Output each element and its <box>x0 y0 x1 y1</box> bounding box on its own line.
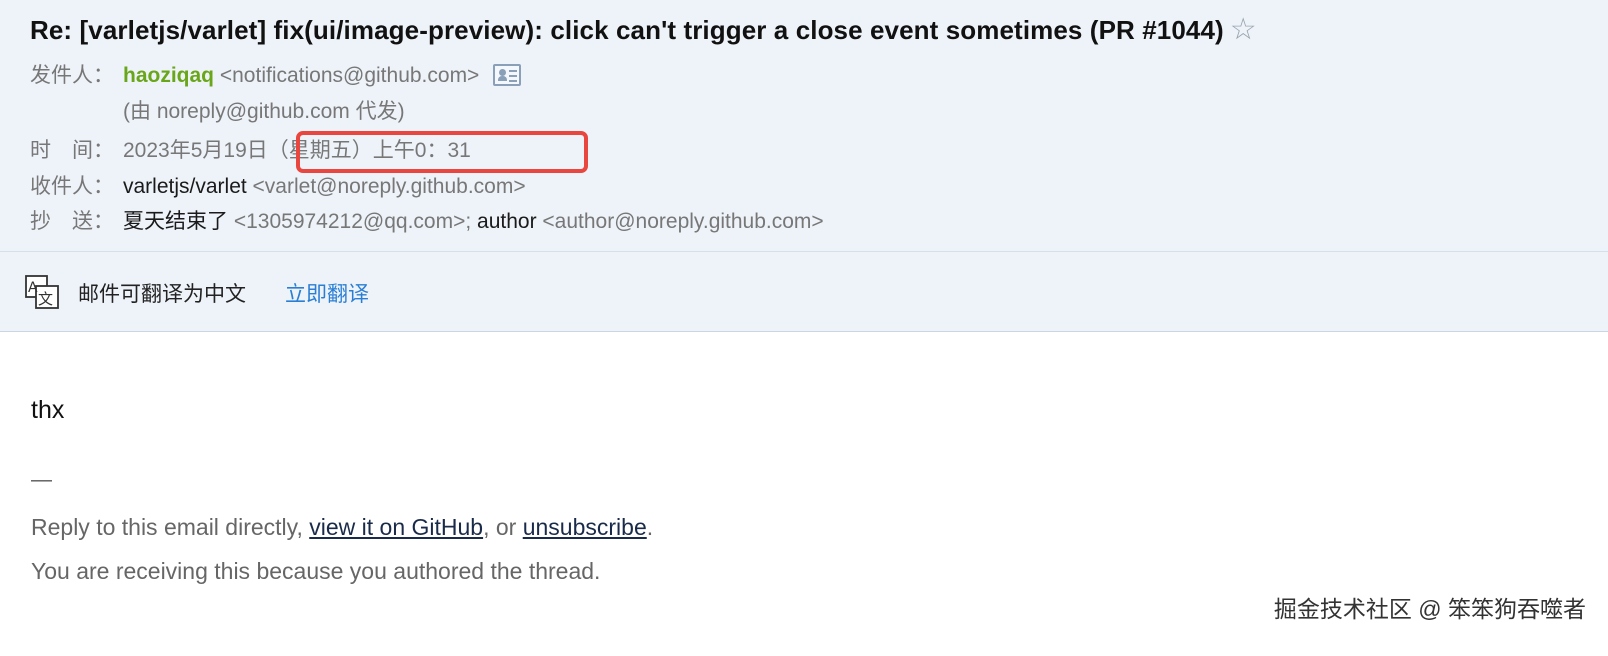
subject-text: Re: [varletjs/varlet] fix(ui/image-previ… <box>30 15 1224 45</box>
recipient-name[interactable]: varletjs/varlet <box>123 175 247 198</box>
from-label: 发件人： <box>30 64 114 87</box>
translate-now-link[interactable]: 立即翻译 <box>285 278 369 308</box>
svg-text:文: 文 <box>38 290 53 308</box>
cc-address-1: <1305974212@qq.com>; <box>233 210 472 233</box>
cc-row: 抄 送： 夏天结束了 <1305974212@qq.com>; author <a… <box>30 208 824 236</box>
reply-line: Reply to this email directly, view it on… <box>31 514 653 541</box>
reply-prefix: Reply to this email directly, <box>31 514 310 540</box>
time-highlight-box <box>296 131 588 173</box>
contact-card-icon[interactable] <box>493 64 522 86</box>
receiving-reason: You are receiving this because you autho… <box>31 558 601 584</box>
to-label: 收件人： <box>30 175 114 198</box>
sender-address: <notifications@github.com> <box>219 64 480 87</box>
email-header: Re: [varletjs/varlet] fix(ui/image-previ… <box>0 0 1608 252</box>
to-row: 收件人： varletjs/varlet <varlet@noreply.gith… <box>30 173 526 201</box>
email-subject: Re: [varletjs/varlet] fix(ui/image-previ… <box>30 12 1257 47</box>
svg-text:A: A <box>28 280 38 296</box>
time-label: 时 间： <box>30 139 114 162</box>
translate-icon[interactable]: A 文 <box>24 274 60 310</box>
time-date: 2023年5月19日 <box>123 139 268 162</box>
cc-name-1[interactable]: 夏天结束了 <box>123 210 228 233</box>
recipient-address: <varlet@noreply.github.com> <box>252 175 526 198</box>
cc-name-2[interactable]: author <box>477 210 537 233</box>
message-body: thx <box>31 396 65 424</box>
translate-prompt: 邮件可翻译为中文 <box>78 283 246 306</box>
from-row: 发件人： haoziqaq <notifications@github.com> <box>30 62 522 90</box>
star-icon[interactable]: ☆ <box>1230 13 1257 46</box>
signature-separator: — <box>31 468 52 491</box>
reply-suffix: . <box>646 514 654 540</box>
sender-name[interactable]: haoziqaq <box>123 64 214 87</box>
view-on-github-link[interactable]: view it on GitHub <box>309 514 483 540</box>
reply-middle: , or <box>483 514 523 540</box>
unsubscribe-link[interactable]: unsubscribe <box>523 514 647 540</box>
watermark: 掘金技术社区 @ 笨笨狗吞噬者 <box>1273 596 1586 622</box>
sender-via: (由 noreply@github.com 代发) <box>123 100 405 123</box>
cc-address-2: <author@noreply.github.com> <box>542 210 824 233</box>
cc-label: 抄 送： <box>30 210 114 233</box>
